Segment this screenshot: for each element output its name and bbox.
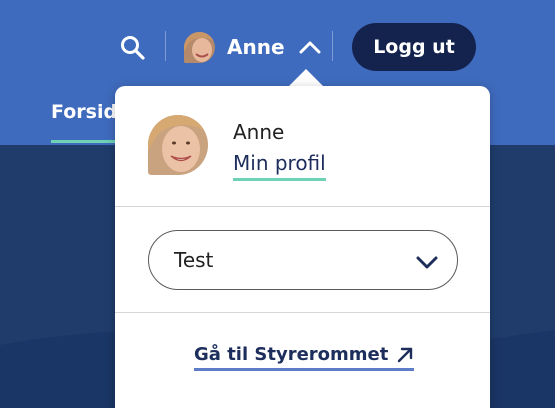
chevron-up-icon (299, 41, 321, 54)
user-menu-toggle[interactable]: Anne (184, 30, 321, 64)
styrerom-link-label: Gå til Styrerommet (194, 344, 389, 365)
styrerom-link[interactable]: Gå til Styrerommet (194, 344, 415, 371)
search-icon[interactable] (119, 34, 147, 62)
arrow-up-right-icon (398, 347, 413, 362)
header-divider (332, 31, 333, 61)
avatar (184, 31, 215, 63)
chevron-down-icon (416, 256, 438, 269)
my-profile-link[interactable]: Min profil (233, 151, 326, 181)
dropdown-caret (288, 69, 324, 87)
user-dropdown-menu: Anne Min profil Test Gå til Styrerommet (115, 86, 490, 408)
user-name: Anne (227, 35, 285, 59)
select-value: Test (174, 248, 214, 272)
nav-active-indicator (51, 140, 121, 143)
divider (115, 206, 490, 207)
divider (115, 312, 490, 313)
avatar (148, 115, 208, 175)
header-divider (165, 31, 166, 61)
logout-button[interactable]: Logg ut (352, 23, 476, 71)
account-select[interactable]: Test (148, 230, 458, 290)
profile-name: Anne (233, 120, 285, 144)
